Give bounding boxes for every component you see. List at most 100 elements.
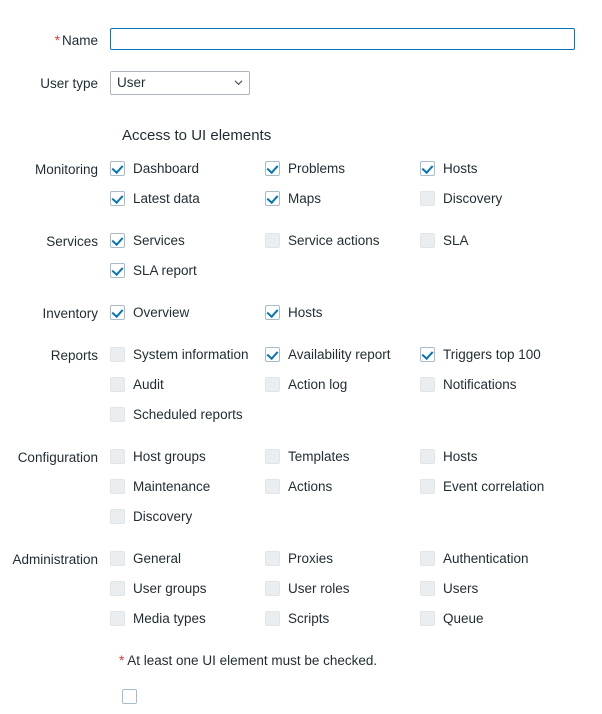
- ui-group-monitoring: Monitoring Dashboard Problems Hosts Latest d…: [0, 161, 602, 221]
- checkbox-cell[interactable]: Actions: [265, 479, 420, 495]
- checkbox-cell[interactable]: Media types: [110, 611, 265, 627]
- checkbox-checked-icon[interactable]: [265, 161, 280, 176]
- clipped-checkbox[interactable]: [122, 689, 137, 704]
- checkbox-checked-icon[interactable]: [110, 263, 125, 278]
- checkbox-label: Discovery: [133, 509, 193, 524]
- ui-group-label: Reports: [50, 348, 98, 363]
- required-marker-icon: *: [119, 653, 125, 668]
- name-field-label: * Name: [0, 28, 110, 54]
- checkbox-label: Event correlation: [443, 479, 545, 494]
- checkbox-unchecked-icon[interactable]: [110, 611, 125, 626]
- checkbox-label: Actions: [288, 479, 333, 494]
- checkbox-cell[interactable]: System information: [110, 347, 265, 363]
- ui-group-reports: Reports System information Availability re…: [0, 347, 602, 437]
- checkbox-unchecked-icon[interactable]: [420, 449, 435, 464]
- ui-group-items: Host groups Templates Hosts Maintenance Acti…: [110, 449, 602, 539]
- user-type-label: User type: [40, 76, 98, 91]
- checkbox-label: Discovery: [443, 191, 503, 206]
- ui-group-label: Inventory: [42, 306, 98, 321]
- checkbox-cell[interactable]: Templates: [265, 449, 420, 465]
- checkbox-unchecked-icon[interactable]: [110, 581, 125, 596]
- ui-group-items: Overview Hosts: [110, 305, 602, 335]
- checkbox-label: Hosts: [443, 161, 478, 176]
- checkbox-cell[interactable]: Scheduled reports: [110, 407, 265, 423]
- checkbox-cell[interactable]: Hosts: [420, 449, 575, 465]
- checkbox-checked-icon[interactable]: [110, 161, 125, 176]
- checkbox-cell[interactable]: Action log: [265, 377, 420, 393]
- checkbox-cell[interactable]: Latest data: [110, 191, 265, 207]
- checkbox-cell[interactable]: Hosts: [420, 161, 575, 177]
- checkbox-cell[interactable]: Maps: [265, 191, 420, 207]
- checkbox-checked-icon[interactable]: [110, 305, 125, 320]
- checkbox-cell[interactable]: Queue: [420, 611, 575, 627]
- checkbox-cell[interactable]: Dashboard: [110, 161, 265, 177]
- ui-group-services: Services Services Service actions SLA SLA re…: [0, 233, 602, 293]
- checkbox-cell[interactable]: Problems: [265, 161, 420, 177]
- checkbox-cell[interactable]: Maintenance: [110, 479, 265, 495]
- checkbox-unchecked-icon[interactable]: [110, 407, 125, 422]
- checkbox-unchecked-icon[interactable]: [420, 581, 435, 596]
- checkbox-label: Queue: [443, 611, 484, 626]
- checkbox-checked-icon[interactable]: [265, 347, 280, 362]
- checkbox-unchecked-icon[interactable]: [420, 191, 435, 206]
- checkbox-cell[interactable]: Authentication: [420, 551, 575, 567]
- checkbox-cell[interactable]: Discovery: [420, 191, 575, 207]
- checkbox-cell[interactable]: Discovery: [110, 509, 265, 525]
- checkbox-unchecked-icon[interactable]: [420, 479, 435, 494]
- checkbox-cell[interactable]: Triggers top 100: [420, 347, 575, 363]
- checkbox-label: Users: [443, 581, 479, 596]
- checkbox-unchecked-icon[interactable]: [265, 581, 280, 596]
- checkbox-checked-icon[interactable]: [265, 191, 280, 206]
- checkbox-unchecked-icon[interactable]: [110, 347, 125, 362]
- checkbox-unchecked-icon[interactable]: [110, 509, 125, 524]
- checkbox-unchecked-icon[interactable]: [420, 377, 435, 392]
- checkbox-cell[interactable]: User roles: [265, 581, 420, 597]
- checkbox-cell[interactable]: Overview: [110, 305, 265, 321]
- checkbox-unchecked-icon[interactable]: [110, 551, 125, 566]
- checkbox-cell[interactable]: Host groups: [110, 449, 265, 465]
- checkbox-cell[interactable]: Event correlation: [420, 479, 575, 495]
- checkbox-unchecked-icon[interactable]: [420, 551, 435, 566]
- checkbox-cell[interactable]: User groups: [110, 581, 265, 597]
- checkbox-unchecked-icon[interactable]: [110, 479, 125, 494]
- checkbox-checked-icon[interactable]: [110, 233, 125, 248]
- checkbox-cell[interactable]: Hosts: [265, 305, 420, 321]
- checkbox-checked-icon[interactable]: [265, 305, 280, 320]
- checkbox-cell[interactable]: General: [110, 551, 265, 567]
- checkbox-cell[interactable]: Users: [420, 581, 575, 597]
- name-input[interactable]: [110, 28, 575, 50]
- checkbox-cell[interactable]: SLA report: [110, 263, 265, 279]
- checkbox-cell[interactable]: Notifications: [420, 377, 575, 393]
- checkbox-unchecked-icon[interactable]: [265, 611, 280, 626]
- checkbox-unchecked-icon[interactable]: [265, 233, 280, 248]
- checkbox-unchecked-icon[interactable]: [265, 479, 280, 494]
- checkbox-unchecked-icon[interactable]: [265, 377, 280, 392]
- checkbox-cell[interactable]: Services: [110, 233, 265, 249]
- checkbox-label: Hosts: [288, 305, 323, 320]
- checkbox-label: User groups: [133, 581, 207, 596]
- checkbox-unchecked-icon[interactable]: [265, 449, 280, 464]
- checkbox-cell[interactable]: Service actions: [265, 233, 420, 249]
- checkbox-label: Media types: [133, 611, 206, 626]
- checkbox-cell[interactable]: Availability report: [265, 347, 420, 363]
- checkbox-cell[interactable]: SLA: [420, 233, 575, 249]
- checkbox-unchecked-icon[interactable]: [265, 551, 280, 566]
- checkbox-checked-icon[interactable]: [420, 347, 435, 362]
- checkbox-label: Maps: [288, 191, 322, 206]
- checkbox-cell[interactable]: Proxies: [265, 551, 420, 567]
- checkbox-unchecked-icon[interactable]: [110, 377, 125, 392]
- checkbox-label: Maintenance: [133, 479, 211, 494]
- ui-group-items: System information Availability report Tri…: [110, 347, 602, 437]
- checkbox-cell[interactable]: Scripts: [265, 611, 420, 627]
- name-label-text: Name: [61, 33, 98, 48]
- checkbox-unchecked-icon[interactable]: [110, 449, 125, 464]
- checkbox-checked-icon[interactable]: [110, 191, 125, 206]
- checkbox-label: Action log: [288, 377, 348, 392]
- checkbox-unchecked-icon[interactable]: [420, 611, 435, 626]
- checkbox-unchecked-icon[interactable]: [420, 233, 435, 248]
- checkbox-label: Audit: [133, 377, 164, 392]
- checkbox-cell[interactable]: Audit: [110, 377, 265, 393]
- user-type-select[interactable]: User: [110, 71, 250, 95]
- checkbox-label: Hosts: [443, 449, 478, 464]
- checkbox-checked-icon[interactable]: [420, 161, 435, 176]
